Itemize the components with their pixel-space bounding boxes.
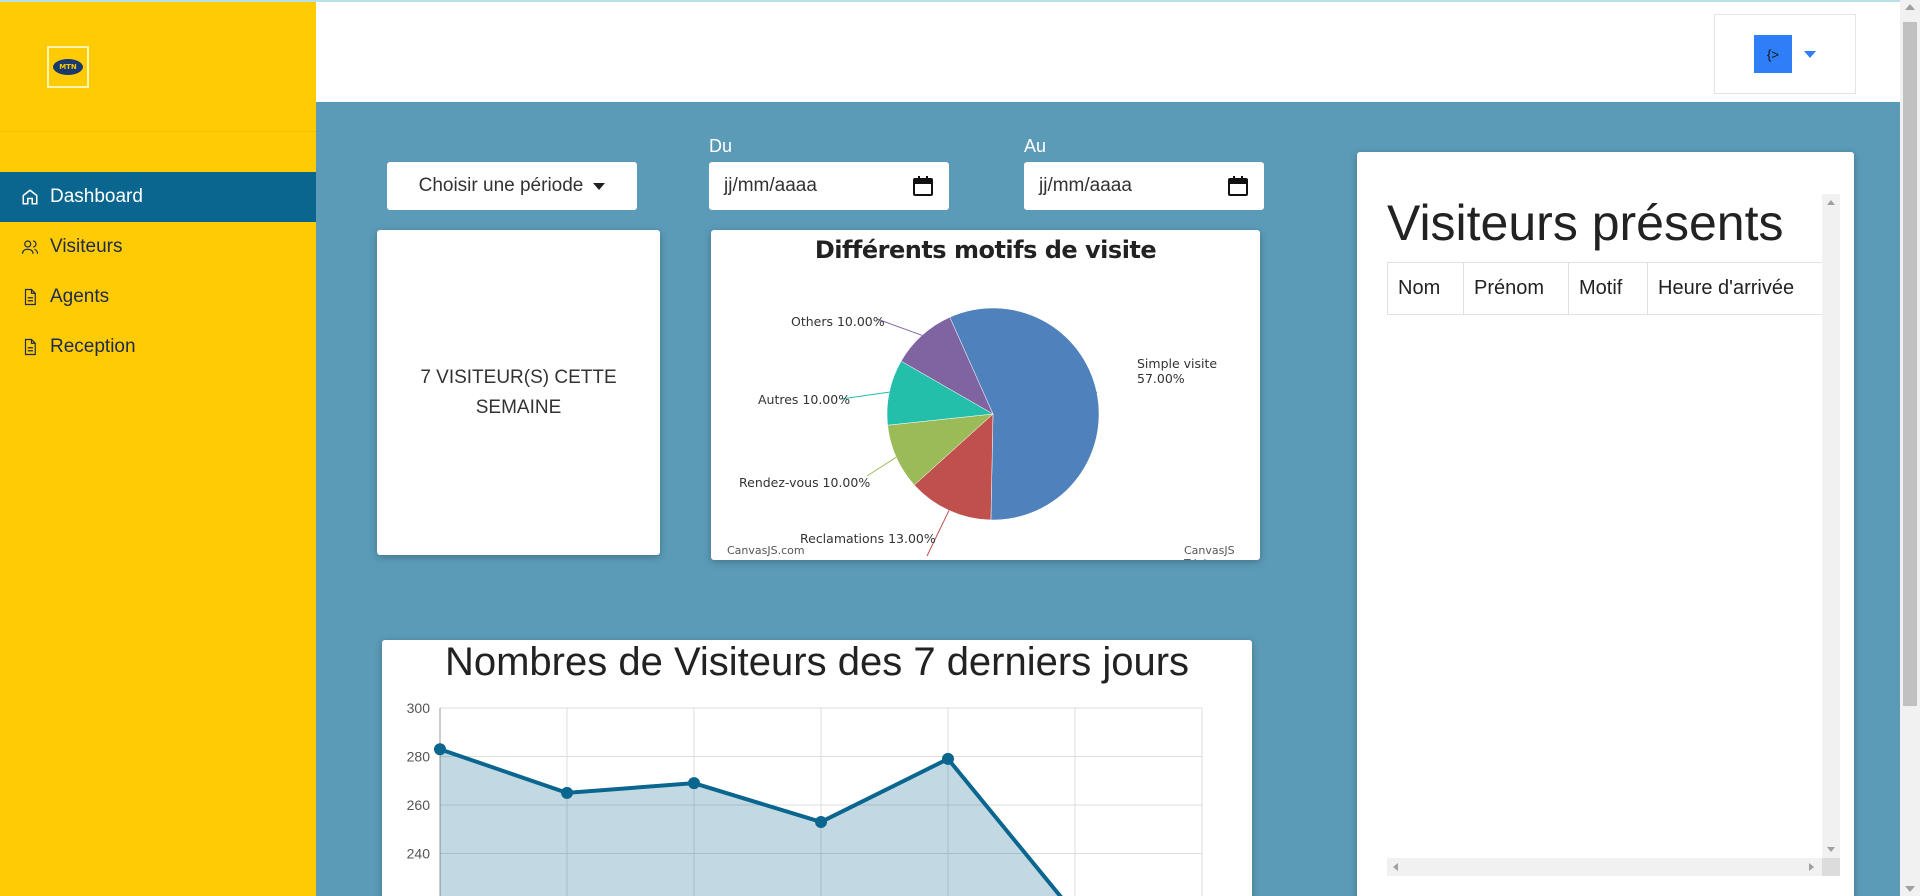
data-point	[434, 743, 446, 756]
user-menu-button[interactable]: {>	[1754, 35, 1792, 73]
area-fill	[440, 749, 1075, 896]
document-icon	[20, 337, 40, 357]
from-label: Du	[709, 136, 733, 156]
pie-chart-card: Différents motifs de visite Others 10.00…	[711, 230, 1260, 560]
mtn-logo[interactable]: MTN	[47, 46, 89, 88]
table-vertical-scrollbar[interactable]	[1822, 194, 1840, 858]
users-icon	[20, 237, 40, 257]
y-tick-label: 260	[407, 797, 431, 813]
column-header-motif[interactable]: Motif	[1568, 262, 1648, 315]
present-visitors-panel: Visiteurs présents Nom Prénom Motif Heur…	[1357, 152, 1854, 896]
y-tick-label: 280	[407, 749, 431, 765]
line-chart-card: Nombres de Visiteurs des 7 derniers jour…	[382, 640, 1252, 896]
sidebar-item-visiteurs[interactable]: Visiteurs	[0, 222, 316, 272]
sidebar-item-label: Agents	[50, 286, 110, 307]
weekly-visitors-card: 7 VISITEUR(S) CETTE SEMAINE	[377, 230, 660, 555]
column-header-nom[interactable]: Nom	[1387, 262, 1464, 315]
column-header-heure-arrivee[interactable]: Heure d'arrivée	[1647, 262, 1824, 315]
pie-label-simple-visite: Simple visite 57.00%	[1137, 356, 1218, 386]
sidebar-item-dashboard[interactable]: Dashboard	[0, 172, 316, 222]
calendar-icon[interactable]	[913, 176, 933, 196]
data-point	[688, 777, 700, 790]
data-point	[561, 786, 573, 799]
chevron-down-icon[interactable]	[1804, 50, 1816, 58]
data-point	[815, 815, 827, 828]
calendar-icon[interactable]	[1228, 176, 1248, 196]
to-label: Au	[1024, 136, 1047, 156]
sidebar-item-label: Visiteurs	[50, 236, 123, 257]
period-dropdown-label: Choisir une période	[418, 175, 584, 196]
pie-leader-line	[866, 456, 897, 477]
y-tick-label: 300	[407, 700, 431, 716]
weekly-visitors-text: 7 VISITEUR(S) CETTE SEMAINE	[420, 366, 617, 418]
sidebar-item-label: Dashboard	[50, 186, 143, 207]
present-visitors-table: Nom Prénom Motif Heure d'arrivée	[1387, 262, 1824, 315]
sidebar-item-agents[interactable]: Agents	[0, 272, 316, 322]
pie-label-others: Others 10.00%	[791, 314, 885, 329]
sidebar-item-label: Reception	[50, 336, 136, 357]
to-date-placeholder: jj/mm/aaaa	[1039, 175, 1132, 196]
period-dropdown[interactable]: Choisir une période	[387, 162, 637, 210]
user-menu[interactable]: {>	[1714, 14, 1856, 94]
chevron-down-icon	[593, 182, 606, 190]
document-icon	[20, 287, 40, 307]
scrollbar-thumb[interactable]	[1903, 22, 1917, 706]
y-tick-label: 240	[407, 846, 431, 862]
sidebar-nav: Dashboard Visiteurs Agents Reception	[0, 172, 316, 372]
canvasjs-trial-credit: CanvasJS Trial	[1184, 544, 1235, 560]
page-vertical-scrollbar[interactable]	[1900, 0, 1920, 896]
table-header-row: Nom Prénom Motif Heure d'arrivée	[1387, 262, 1824, 315]
sidebar-item-reception[interactable]: Reception	[0, 322, 316, 372]
logo-area: MTN	[0, 2, 316, 132]
topbar: {>	[316, 0, 1900, 102]
line-chart: 300 280 260 240	[407, 700, 1203, 896]
home-icon	[20, 187, 40, 207]
canvasjs-credit[interactable]: CanvasJS.com	[727, 544, 805, 557]
sidebar: MTN Dashboard Visiteurs Agents Reception	[0, 0, 316, 896]
to-date-input[interactable]: jj/mm/aaaa	[1024, 162, 1264, 210]
data-point	[942, 752, 954, 765]
pie-label-autres: Autres 10.00%	[758, 392, 851, 407]
pie-label-reclamations: Reclamations 13.00%	[800, 531, 936, 546]
from-date-placeholder: jj/mm/aaaa	[724, 175, 817, 196]
column-header-prenom[interactable]: Prénom	[1463, 262, 1569, 315]
present-visitors-title: Visiteurs présents	[1387, 195, 1784, 251]
from-date-input[interactable]: jj/mm/aaaa	[709, 162, 949, 210]
logo-text: MTN	[51, 57, 85, 77]
table-horizontal-scrollbar[interactable]	[1387, 858, 1840, 876]
pie-label-rendez-vous: Rendez-vous 10.00%	[739, 475, 871, 490]
